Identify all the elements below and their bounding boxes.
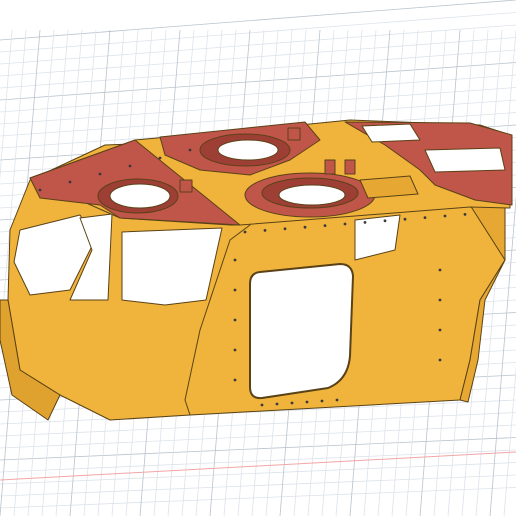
rivet-hole xyxy=(320,399,324,403)
door-opening[interactable] xyxy=(249,263,354,400)
rivet-hole xyxy=(233,288,237,292)
rivet-hole xyxy=(343,222,347,226)
hinge-block-2 xyxy=(287,127,301,141)
rivet-hole xyxy=(68,180,72,184)
rivet-hole xyxy=(463,213,467,216)
rivet-hole xyxy=(438,268,442,272)
rivet-hole xyxy=(303,225,307,229)
rivet-hole xyxy=(243,230,247,234)
rivet-hole xyxy=(423,216,427,220)
grid-line xyxy=(0,24,516,65)
rivet-hole xyxy=(275,402,279,406)
rivet-hole xyxy=(290,401,294,405)
rivet-hole xyxy=(323,224,327,228)
grid-line xyxy=(0,12,516,53)
rivet-hole xyxy=(98,172,102,176)
side-window-opening[interactable] xyxy=(121,227,223,306)
rivet-hole xyxy=(263,229,267,232)
roof-vent[interactable] xyxy=(359,175,419,199)
rivet-hole xyxy=(260,403,264,407)
rivet-hole xyxy=(233,378,237,382)
rear-hatch-2[interactable] xyxy=(424,147,506,173)
grid-line xyxy=(0,0,516,41)
hatch-opening-center xyxy=(217,139,279,161)
rivet-hole xyxy=(188,148,192,152)
vehicle-body-model[interactable] xyxy=(0,119,513,421)
rivet-hole xyxy=(438,328,442,332)
grid-line xyxy=(0,474,516,497)
rivet-hole xyxy=(283,227,287,231)
rivet-hole xyxy=(438,358,442,362)
rivet-hole xyxy=(233,318,237,322)
hinge-block-1 xyxy=(179,179,193,193)
grid-line xyxy=(0,37,516,77)
grid-line xyxy=(0,487,516,509)
rivet-hole xyxy=(158,156,162,160)
rivet-hole xyxy=(443,214,447,218)
rivet-hole xyxy=(383,219,387,223)
rivet-hole xyxy=(363,221,367,224)
rivet-hole xyxy=(403,217,407,221)
rivet-hole xyxy=(305,400,309,404)
turret-opening xyxy=(278,184,346,206)
rivet-hole xyxy=(438,298,442,302)
rivet-hole xyxy=(233,258,237,262)
hinge-block-4 xyxy=(344,159,356,175)
rivet-hole xyxy=(233,348,237,352)
rivet-hole xyxy=(128,164,132,168)
hinge-block-3 xyxy=(324,159,336,175)
rivet-hole xyxy=(335,398,339,402)
hatch-opening-front xyxy=(109,183,171,209)
rear-hatch-1[interactable] xyxy=(361,123,421,143)
model-scene[interactable] xyxy=(0,0,516,516)
rivet-hole xyxy=(38,188,42,192)
3d-viewport[interactable] xyxy=(0,0,516,516)
